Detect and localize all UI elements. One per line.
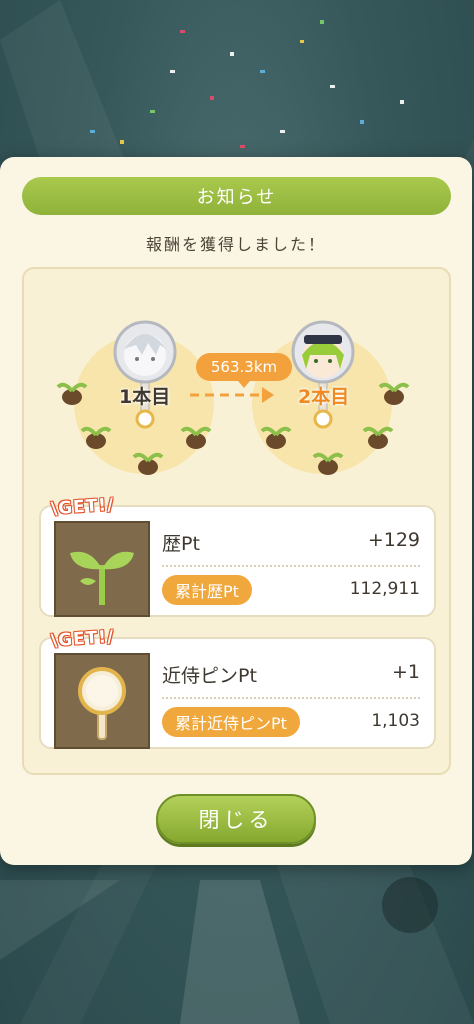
sprout-icon (54, 521, 150, 617)
to-tree-label: 2本目 (298, 386, 350, 408)
total-value: 1,103 (371, 711, 420, 731)
reward-dialog: お知らせ 報酬を獲得しました！ 1本目 2本目 563.3km \GET!/ 歴… (0, 157, 472, 865)
total-label-badge: 累計近侍ピンPt (162, 707, 300, 737)
reward-card-history-pt: \GET!/ 歴Pt +129 累計歴Pt 112,911 (39, 494, 436, 617)
get-badge: \GET!/ (50, 494, 116, 520)
total-value: 112,911 (349, 579, 420, 599)
divider (162, 697, 420, 699)
get-badge: \GET!/ (50, 626, 116, 652)
total-label-badge: 累計歴Pt (162, 575, 252, 605)
reward-value: +1 (391, 661, 420, 683)
dialog-title: お知らせ (22, 177, 451, 215)
tree-progress-scene: 1本目 2本目 563.3km (24, 269, 453, 499)
from-tree-label: 1本目 (119, 386, 171, 408)
reward-name: 歴Pt (162, 533, 200, 555)
reward-value: +129 (367, 529, 420, 551)
reward-name: 近侍ピンPt (162, 665, 257, 687)
dialog-subtitle: 報酬を獲得しました！ (145, 235, 326, 254)
reward-panel: 1本目 2本目 563.3km \GET!/ 歴Pt +129 累計歴Pt 11… (22, 267, 451, 775)
pin-icon (54, 653, 150, 749)
divider (162, 565, 420, 567)
distance-label: 563.3km (196, 353, 292, 388)
close-button[interactable]: 閉じる (156, 794, 316, 844)
reward-card-pin-pt: \GET!/ 近侍ピンPt +1 累計近侍ピンPt 1,103 (39, 626, 436, 749)
